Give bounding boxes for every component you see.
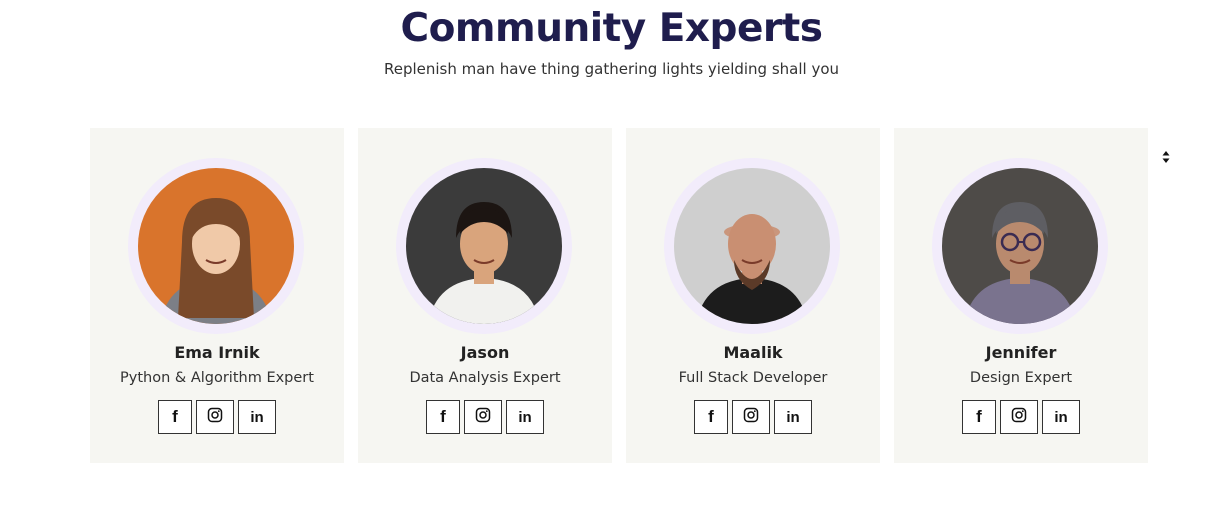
social-links: f in <box>90 400 344 434</box>
expert-role: Full Stack Developer <box>678 370 828 386</box>
avatar <box>138 168 294 324</box>
instagram-icon <box>743 407 759 427</box>
avatar <box>406 168 562 324</box>
scroll-arrows-icon[interactable] <box>1160 149 1172 163</box>
instagram-link[interactable] <box>732 400 770 434</box>
expert-name: Jason <box>460 343 510 362</box>
facebook-link[interactable]: f <box>962 400 996 434</box>
linkedin-icon: in <box>1054 408 1068 426</box>
instagram-icon <box>1011 407 1027 427</box>
expert-role: Python & Algorithm Expert <box>120 370 314 386</box>
expert-role: Data Analysis Expert <box>409 370 561 386</box>
facebook-icon: f <box>172 407 178 426</box>
facebook-icon: f <box>440 407 446 426</box>
social-links: f in <box>894 400 1148 434</box>
avatar-ring <box>932 158 1108 334</box>
linkedin-link[interactable]: in <box>238 400 276 434</box>
instagram-icon <box>207 407 223 427</box>
linkedin-icon: in <box>786 408 800 426</box>
instagram-link[interactable] <box>1000 400 1038 434</box>
facebook-icon: f <box>976 407 982 426</box>
social-links: f in <box>358 400 612 434</box>
facebook-icon: f <box>708 407 714 426</box>
avatar <box>674 168 830 324</box>
expert-name: Jennifer <box>985 343 1057 362</box>
expert-card: Jennifer Design Expert f in <box>894 128 1148 463</box>
linkedin-link[interactable]: in <box>506 400 544 434</box>
facebook-link[interactable]: f <box>694 400 728 434</box>
expert-card: Jason Data Analysis Expert f in <box>358 128 612 463</box>
section-subtitle: Replenish man have thing gathering light… <box>383 60 840 78</box>
facebook-link[interactable]: f <box>426 400 460 434</box>
expert-name: Ema Irnik <box>174 343 260 362</box>
experts-grid: Ema Irnik Python & Algorithm Expert f in… <box>90 128 1148 463</box>
social-links: f in <box>626 400 880 434</box>
avatar-ring <box>664 158 840 334</box>
avatar-ring <box>128 158 304 334</box>
linkedin-link[interactable]: in <box>1042 400 1080 434</box>
expert-name: Maalik <box>723 343 783 362</box>
expert-role: Design Expert <box>969 370 1073 386</box>
avatar-ring <box>396 158 572 334</box>
linkedin-icon: in <box>250 408 264 426</box>
instagram-link[interactable] <box>196 400 234 434</box>
avatar <box>942 168 1098 324</box>
linkedin-link[interactable]: in <box>774 400 812 434</box>
instagram-icon <box>475 407 491 427</box>
section-title: Community Experts <box>400 6 824 51</box>
facebook-link[interactable]: f <box>158 400 192 434</box>
instagram-link[interactable] <box>464 400 502 434</box>
expert-card: Maalik Full Stack Developer f in <box>626 128 880 463</box>
linkedin-icon: in <box>518 408 532 426</box>
expert-card: Ema Irnik Python & Algorithm Expert f in <box>90 128 344 463</box>
